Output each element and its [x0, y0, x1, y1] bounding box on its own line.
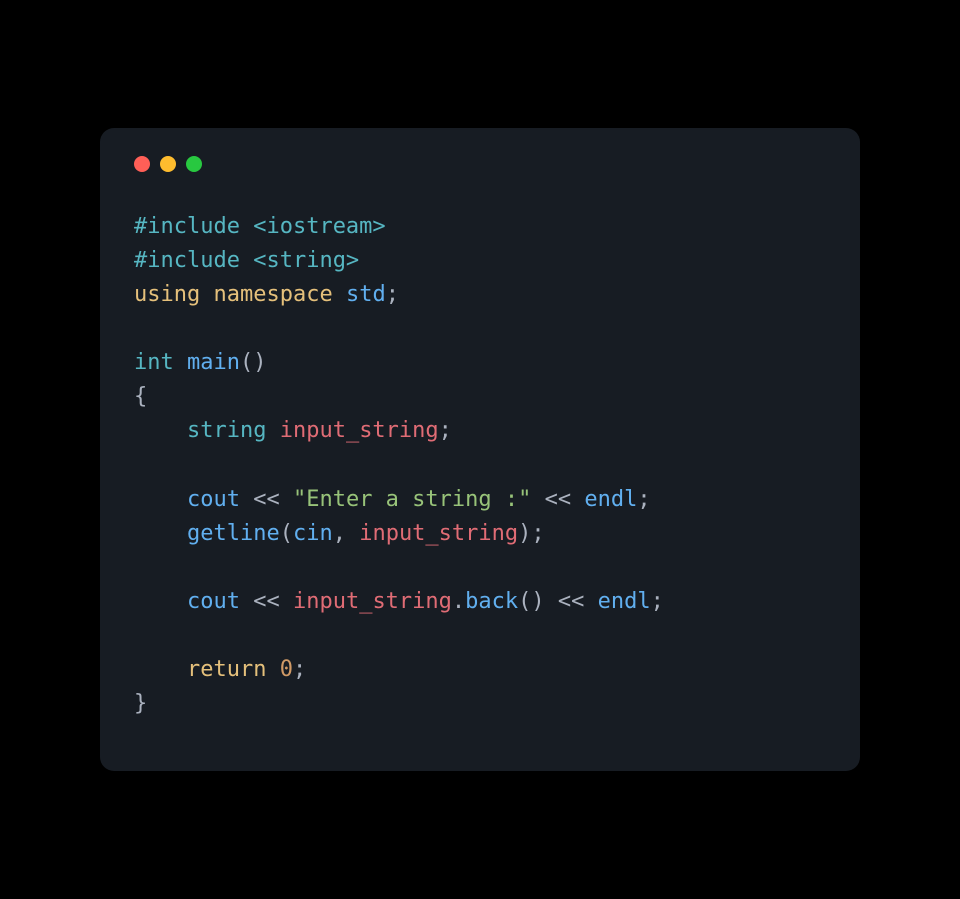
ident-std: std [346, 282, 386, 307]
indent [134, 589, 187, 614]
keyword-return: return [187, 657, 266, 682]
keyword-using: using [134, 282, 200, 307]
ident-cout: cout [187, 487, 240, 512]
semicolon: ; [651, 589, 664, 614]
semicolon: ; [531, 521, 544, 546]
stream-op: << [558, 589, 585, 614]
zoom-icon[interactable] [186, 156, 202, 172]
code-window: #include <iostream> #include <string> us… [100, 128, 860, 771]
window-titlebar [134, 156, 826, 172]
ident-cin: cin [293, 521, 333, 546]
semicolon: ; [637, 487, 650, 512]
rbrace: } [134, 691, 147, 716]
close-icon[interactable] [134, 156, 150, 172]
ident-main: main [187, 350, 240, 375]
ident-back: back [465, 589, 518, 614]
include-directive: #include [134, 214, 240, 239]
string-literal: "Enter a string :" [293, 487, 531, 512]
stream-op: << [545, 487, 572, 512]
indent [134, 487, 187, 512]
indent [134, 521, 187, 546]
semicolon: ; [439, 418, 452, 443]
dot: . [452, 589, 465, 614]
keyword-namespace: namespace [213, 282, 332, 307]
rparen: ) [253, 350, 266, 375]
semicolon: ; [293, 657, 306, 682]
ident-getline: getline [187, 521, 280, 546]
stream-op: << [253, 487, 280, 512]
ident-endl: endl [584, 487, 637, 512]
lbrace: { [134, 384, 147, 409]
stream-op: << [253, 589, 280, 614]
number-zero: 0 [280, 657, 293, 682]
comma: , [333, 521, 346, 546]
var-input-string: input_string [293, 589, 452, 614]
indent [134, 657, 187, 682]
include-directive: #include [134, 248, 240, 273]
indent [134, 418, 187, 443]
lparen: ( [518, 589, 531, 614]
type-string: string [187, 418, 266, 443]
code-block: #include <iostream> #include <string> us… [134, 210, 826, 721]
ident-cout: cout [187, 589, 240, 614]
semicolon: ; [386, 282, 399, 307]
type-int: int [134, 350, 174, 375]
minimize-icon[interactable] [160, 156, 176, 172]
include-header: <string> [253, 248, 359, 273]
ident-endl: endl [598, 589, 651, 614]
var-input-string: input_string [280, 418, 439, 443]
lparen: ( [280, 521, 293, 546]
lparen: ( [240, 350, 253, 375]
include-header: <iostream> [253, 214, 385, 239]
var-input-string: input_string [359, 521, 518, 546]
rparen: ) [531, 589, 544, 614]
rparen: ) [518, 521, 531, 546]
